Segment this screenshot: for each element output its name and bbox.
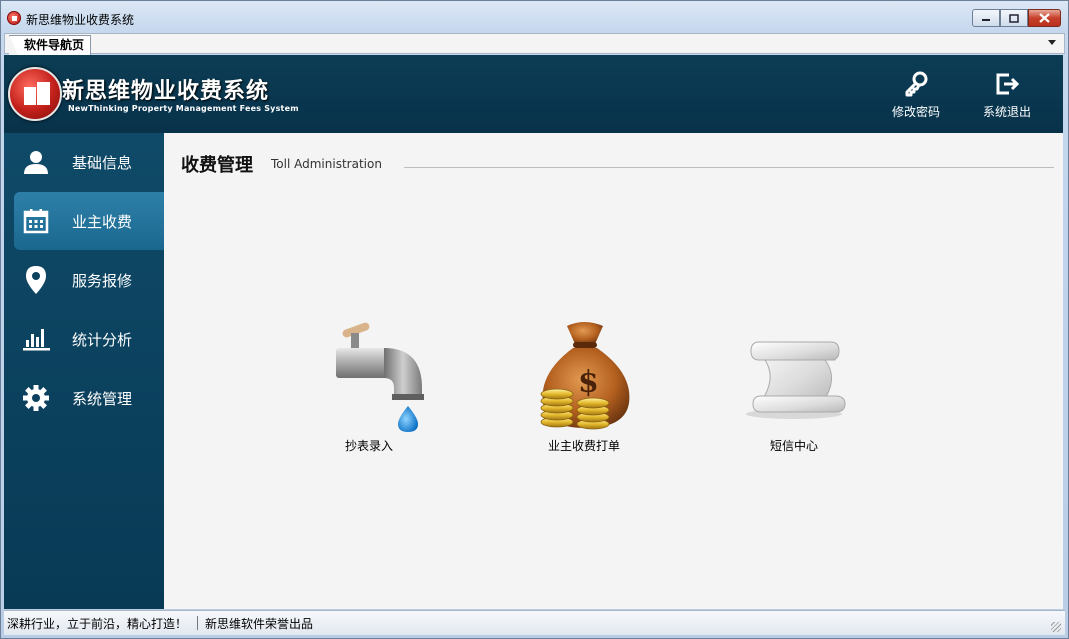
sms-center-label: 短信中心 (769, 439, 818, 453)
status-separator (197, 616, 198, 630)
sidebar-item-owner-charges[interactable]: 业主收费 (14, 192, 164, 250)
sms-center-tile[interactable]: 短信中心 (724, 318, 864, 454)
location-pin-icon (26, 266, 46, 294)
minimize-button[interactable] (972, 9, 1000, 27)
sidebar-item-service-repair[interactable]: 服务报修 (14, 251, 164, 309)
change-password-button[interactable]: 修改密码 (881, 71, 951, 120)
tab-software-navigation[interactable]: 软件导航页 (9, 35, 92, 55)
sidebar-item-label: 服务报修 (72, 271, 133, 290)
sidebar-item-system-management[interactable]: 系统管理 (14, 369, 164, 427)
calendar-icon (23, 209, 49, 234)
status-credit: 新思维软件荣誉出品 (205, 617, 314, 631)
close-icon (1039, 13, 1050, 23)
title-bar[interactable]: 新思维物业收费系统 (1, 1, 1068, 33)
maximize-button[interactable] (1000, 9, 1028, 27)
system-exit-label: 系统退出 (982, 105, 1031, 119)
minimize-icon (982, 19, 990, 21)
meter-entry-label: 抄表录入 (344, 439, 393, 453)
sidebar-item-label: 统计分析 (72, 330, 133, 349)
page-subtitle: Toll Administration (271, 157, 382, 171)
faucet-icon (336, 322, 424, 432)
status-slogan: 深耕行业，立于前沿，精心打造！ (7, 617, 188, 631)
owner-charge-print-tile[interactable]: $ 业主收费打单 (514, 318, 654, 454)
main-panel: 收费管理 Toll Administration 抄表录入 $ 业主收费打单 短… (164, 133, 1063, 609)
logout-icon (996, 73, 1020, 95)
change-password-label: 修改密码 (891, 105, 940, 119)
title-divider (404, 167, 1054, 168)
owner-charge-print-label: 业主收费打单 (547, 439, 620, 453)
window-title: 新思维物业收费系统 (26, 13, 135, 27)
gear-icon (23, 385, 49, 411)
scroll-icon (746, 341, 846, 419)
sidebar-item-label: 基础信息 (72, 153, 133, 172)
brand-subtitle: NewThinking Property Management Fees Sys… (68, 104, 299, 113)
resize-grip-icon[interactable] (1051, 622, 1061, 632)
sidebar-item-label: 系统管理 (72, 389, 133, 408)
page-title: 收费管理 (181, 155, 253, 176)
meter-entry-tile[interactable]: 抄表录入 (299, 318, 439, 454)
sidebar-item-statistics[interactable]: 统计分析 (14, 310, 164, 368)
maximize-icon (1009, 13, 1019, 23)
system-exit-button[interactable]: 系统退出 (972, 71, 1042, 120)
svg-text:$: $ (578, 365, 599, 400)
key-icon (905, 71, 928, 97)
status-bar: 深耕行业，立于前沿，精心打造！ 新思维软件荣誉出品 (4, 610, 1065, 635)
bar-chart-icon (23, 329, 50, 351)
app-header: 新思维物业收费系统 NewThinking Property Managemen… (4, 55, 1063, 133)
sidebar-item-label: 业主收费 (72, 212, 133, 231)
user-icon (24, 151, 48, 174)
tab-dropdown-icon[interactable] (1048, 40, 1056, 45)
sidebar: 基础信息 业主收费 服务报修 统计分析 系统管理 (4, 133, 164, 609)
app-window: 新思维物业收费系统 软件导航页 新思维物业收费系统 NewThinking Pr… (0, 0, 1069, 639)
close-button[interactable] (1028, 9, 1061, 27)
brand-logo-icon (8, 67, 62, 121)
sidebar-item-basic-info[interactable]: 基础信息 (14, 133, 164, 191)
money-bag-icon: $ (540, 322, 630, 430)
tab-strip: 软件导航页 (4, 33, 1065, 55)
app-logo-icon (7, 11, 21, 25)
brand-title: 新思维物业收费系统 (62, 79, 270, 104)
